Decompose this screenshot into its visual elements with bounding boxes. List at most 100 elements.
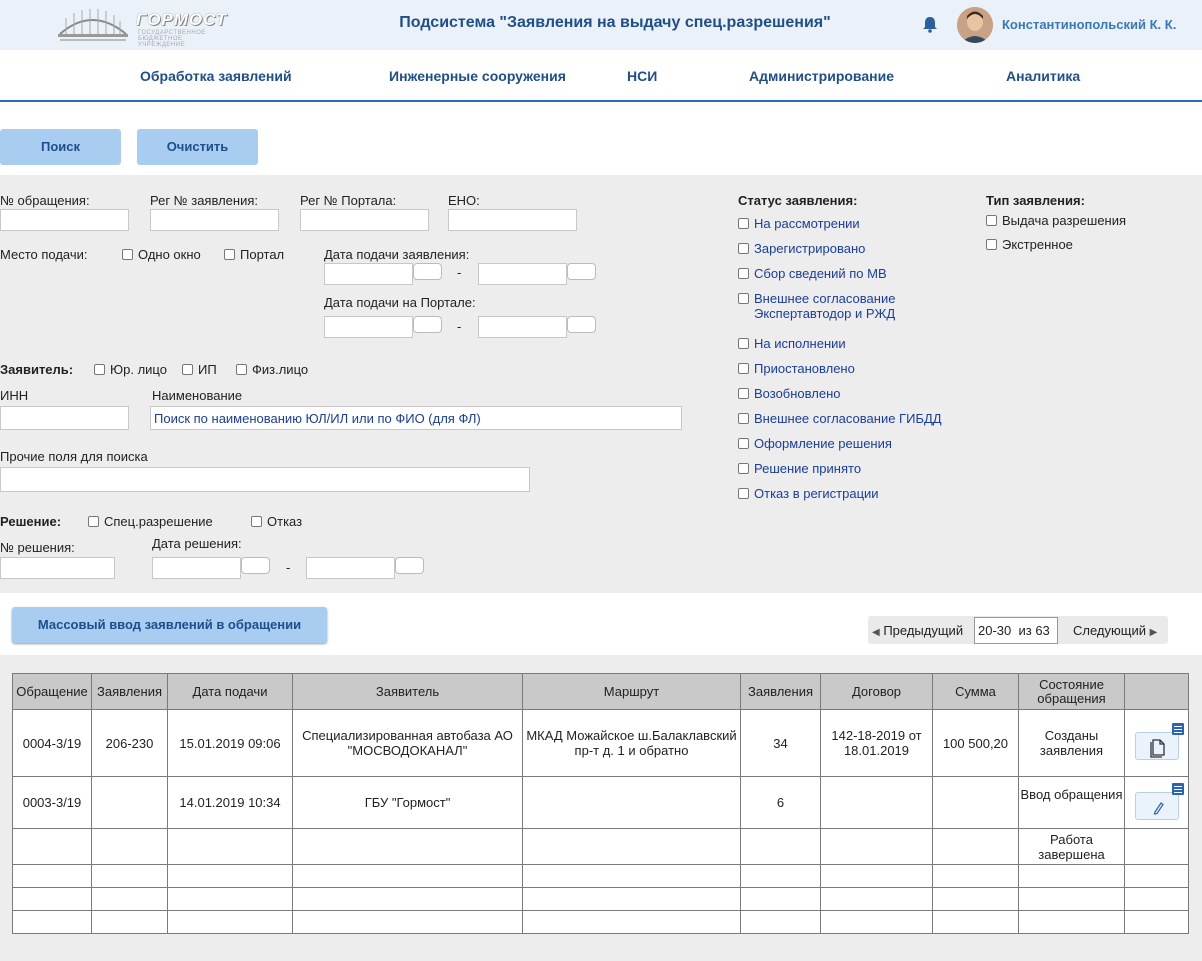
inn-label: ИНН bbox=[0, 388, 29, 403]
status-checkbox-in-execution[interactable] bbox=[738, 338, 749, 349]
status-checkbox-registered[interactable] bbox=[738, 243, 749, 254]
type-checkbox-permit[interactable] bbox=[986, 215, 997, 226]
table-row[interactable] bbox=[12, 910, 1189, 934]
status-registered[interactable]: Зарегистрировано bbox=[754, 241, 865, 256]
eno-input[interactable] bbox=[448, 209, 577, 231]
applicant-label: Заявитель: bbox=[0, 362, 74, 377]
status-checkbox-decision-drafting[interactable] bbox=[738, 438, 749, 449]
portal-label: Портал bbox=[240, 247, 285, 262]
reg-portal-no-input[interactable] bbox=[300, 209, 429, 231]
cell-applicant: Специализированная автобаза АО "МОСВОДОК… bbox=[292, 709, 523, 777]
legal-entity-label: Юр. лицо bbox=[110, 362, 167, 377]
one-window-checkbox[interactable] bbox=[122, 249, 133, 260]
legal-entity-checkbox[interactable] bbox=[94, 364, 105, 375]
nav-item-analytics[interactable]: Аналитика bbox=[1006, 68, 1080, 84]
status-collecting-mv[interactable]: Сбор сведений по МВ bbox=[754, 266, 887, 281]
table-row[interactable]: Работа завершена bbox=[12, 828, 1189, 865]
col-header-date[interactable]: Дата подачи bbox=[167, 673, 293, 710]
user-avatar[interactable] bbox=[957, 7, 993, 43]
pager-range: 20-30 bbox=[978, 623, 1012, 638]
status-decision-made[interactable]: Решение принято bbox=[754, 461, 861, 476]
portal-date-from-input[interactable] bbox=[324, 316, 413, 338]
portal-checkbox[interactable] bbox=[224, 249, 235, 260]
gormost-logo[interactable]: ГОРМОСТ ГОСУДАРСТВЕННОЕ БЮДЖЕТНОЕ УЧРЕЖД… bbox=[56, 4, 230, 48]
app-date-from-calendar-button[interactable] bbox=[413, 263, 442, 280]
status-checkbox-resumed[interactable] bbox=[738, 388, 749, 399]
col-header-app-count[interactable]: Заявления bbox=[740, 673, 821, 710]
col-header-sum[interactable]: Сумма bbox=[932, 673, 1019, 710]
status-checkbox-gibdd[interactable] bbox=[738, 413, 749, 424]
ip-checkbox[interactable] bbox=[182, 364, 193, 375]
clear-button[interactable]: Очистить bbox=[137, 129, 258, 165]
user-name[interactable]: Константинопольский К. К. bbox=[1002, 17, 1176, 32]
search-button[interactable]: Поиск bbox=[0, 129, 121, 165]
nav-item-applications[interactable]: Обработка заявлений bbox=[140, 68, 292, 84]
portal-date-from-calendar-button[interactable] bbox=[413, 316, 442, 333]
pager-prev-button[interactable]: ◀ Предыдущий bbox=[872, 623, 963, 638]
menu-icon[interactable] bbox=[1171, 723, 1184, 735]
col-header-applicant[interactable]: Заявитель bbox=[292, 673, 523, 710]
table-row[interactable] bbox=[12, 887, 1189, 911]
edit-button[interactable] bbox=[1134, 782, 1184, 820]
status-gibdd-approval[interactable]: Внешнее согласование ГИБДД bbox=[754, 411, 942, 426]
col-header-appeal[interactable]: Обращение bbox=[12, 673, 92, 710]
decision-date-to-calendar-button[interactable] bbox=[395, 557, 424, 574]
portal-date-to-input[interactable] bbox=[478, 316, 567, 338]
type-checkbox-emergency[interactable] bbox=[986, 239, 997, 250]
status-checkbox-decision-made[interactable] bbox=[738, 463, 749, 474]
pager-range-input[interactable]: 20-30 из 63 bbox=[974, 617, 1058, 644]
decision-date-to-input[interactable] bbox=[306, 557, 395, 579]
nav-item-nsi[interactable]: НСИ bbox=[627, 68, 657, 84]
status-checkbox-suspended[interactable] bbox=[738, 363, 749, 374]
app-date-to-calendar-button[interactable] bbox=[567, 263, 596, 280]
status-suspended[interactable]: Приостановлено bbox=[754, 361, 855, 376]
reg-app-no-input[interactable] bbox=[150, 209, 279, 231]
status-in-execution[interactable]: На исполнении bbox=[754, 336, 846, 351]
nav-item-structures[interactable]: Инженерные сооружения bbox=[389, 68, 566, 84]
status-registration-refused[interactable]: Отказ в регистрации bbox=[754, 486, 879, 501]
inn-input[interactable] bbox=[0, 406, 129, 430]
mass-input-button[interactable]: Массовый ввод заявлений в обращении bbox=[12, 607, 327, 643]
decision-no-input[interactable] bbox=[0, 557, 115, 579]
app-header: ГОРМОСТ ГОСУДАРСТВЕННОЕ БЮДЖЕТНОЕ УЧРЕЖД… bbox=[0, 0, 1202, 50]
status-decision-drafting[interactable]: Оформление решения bbox=[754, 436, 892, 451]
app-date-from-input[interactable] bbox=[324, 263, 413, 285]
table-row[interactable]: 0004-3/19 206-230 15.01.2019 09:06 Специ… bbox=[12, 709, 1189, 777]
decision-date-from-calendar-button[interactable] bbox=[241, 557, 270, 574]
table-row[interactable]: 0003-3/19 14.01.2019 10:34 ГБУ "Гормост"… bbox=[12, 776, 1189, 829]
col-header-contract[interactable]: Договор bbox=[820, 673, 933, 710]
app-date-to-input[interactable] bbox=[478, 263, 567, 285]
cell-state: Работа завершена bbox=[1018, 828, 1125, 865]
status-checkbox-under-review[interactable] bbox=[738, 218, 749, 229]
pager-next-button[interactable]: Следующий ▶ bbox=[1073, 623, 1157, 638]
decision-date-from-input[interactable] bbox=[152, 557, 241, 579]
table-row[interactable] bbox=[12, 864, 1189, 888]
cell-app-count: 6 bbox=[740, 776, 821, 829]
refusal-checkbox[interactable] bbox=[251, 516, 262, 527]
status-checkbox-external-approval[interactable] bbox=[738, 293, 749, 304]
menu-icon[interactable] bbox=[1171, 782, 1184, 795]
status-resumed[interactable]: Возобновлено bbox=[754, 386, 841, 401]
cell-contract bbox=[820, 864, 933, 888]
appeal-no-input[interactable] bbox=[0, 209, 129, 231]
status-external-approval-line2[interactable]: Экспертавтодор и РЖД bbox=[754, 306, 895, 321]
col-header-applications[interactable]: Заявления bbox=[91, 673, 168, 710]
individual-checkbox[interactable] bbox=[236, 364, 247, 375]
type-emergency-label: Экстренное bbox=[1002, 237, 1073, 252]
cell-contract bbox=[820, 887, 933, 911]
status-under-review[interactable]: На рассмотрении bbox=[754, 216, 860, 231]
status-checkbox-registration-refused[interactable] bbox=[738, 488, 749, 499]
portal-date-to-calendar-button[interactable] bbox=[567, 316, 596, 333]
col-header-route[interactable]: Маршрут bbox=[522, 673, 741, 710]
one-window-label: Одно окно bbox=[138, 247, 201, 262]
status-external-approval[interactable]: Внешнее согласование bbox=[754, 291, 895, 306]
spec-permit-checkbox[interactable] bbox=[88, 516, 99, 527]
other-fields-input[interactable] bbox=[0, 467, 530, 492]
document-button[interactable] bbox=[1134, 723, 1184, 760]
place-label: Место подачи: bbox=[0, 247, 88, 262]
col-header-state[interactable]: Состояние обращения bbox=[1018, 673, 1125, 710]
nav-item-administration[interactable]: Администрирование bbox=[749, 68, 894, 84]
bell-icon[interactable] bbox=[921, 15, 939, 33]
cell-state: Созданы заявления bbox=[1018, 709, 1125, 777]
status-checkbox-collecting[interactable] bbox=[738, 268, 749, 279]
